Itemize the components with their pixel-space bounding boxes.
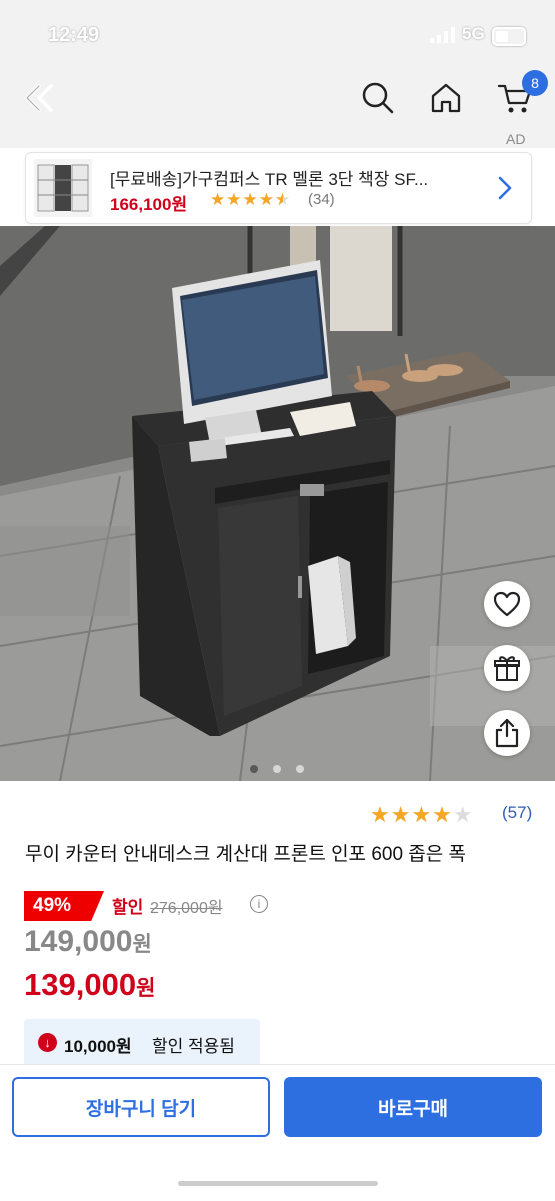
original-price: 276,000원 — [150, 900, 223, 917]
top-nav — [0, 70, 555, 148]
product-stars-fill: ★★★★★ — [370, 802, 453, 827]
home-indicator — [178, 1181, 378, 1186]
back-icon — [25, 84, 53, 112]
search-icon — [362, 82, 394, 114]
status-bar: 12:49 5G — [0, 0, 555, 70]
discount-badge: 49% — [24, 891, 104, 921]
image-page-dot-3[interactable] — [296, 765, 304, 773]
share-button[interactable] — [484, 710, 530, 756]
product-rating-stars[interactable]: ★★★★★ ★★★★★ — [370, 802, 474, 828]
image-page-dot-1[interactable] — [250, 765, 258, 773]
heart-icon — [493, 591, 521, 617]
product-image[interactable] — [0, 226, 555, 781]
ad-stars-fill: ★★★★★ — [210, 190, 283, 209]
gift-button[interactable] — [484, 645, 530, 691]
cart-count-badge: 8 — [522, 70, 548, 96]
network-label: 5G — [462, 24, 485, 43]
search-button[interactable] — [358, 78, 398, 118]
ad-price: 166,100원 — [110, 195, 188, 214]
buy-now-button[interactable]: 바로구매 — [284, 1077, 542, 1137]
sponsored-product-card[interactable]: [무료배송]가구컴퍼스 TR 멜론 3단 책장 SF... 166,100원 ★… — [25, 152, 532, 224]
gift-icon — [494, 656, 520, 681]
signal-icon — [430, 27, 455, 43]
home-button[interactable] — [426, 78, 466, 118]
sale-price: 149,000원 — [24, 925, 152, 958]
image-page-dot-2[interactable] — [273, 765, 281, 773]
ad-rating-stars: ★★★★★ ★★★★★ — [210, 190, 292, 209]
ad-review-count: (34) — [308, 191, 335, 208]
chevron-right-icon — [498, 176, 512, 200]
home-icon — [431, 83, 461, 113]
status-time: 12:49 — [48, 24, 100, 46]
ad-label: AD — [506, 131, 526, 147]
coupon-price: 139,000원 — [24, 967, 156, 1002]
product-title: 무이 카운터 안내데스크 계산대 프론트 인포 600 좁은 폭 — [25, 844, 467, 865]
battery-icon — [492, 27, 526, 46]
wishlist-button[interactable] — [484, 581, 530, 627]
coupon-applied-box: ↓ 10,000원 할인 적용됨 — [24, 1019, 260, 1066]
back-button[interactable] — [18, 80, 62, 116]
share-icon — [495, 718, 519, 748]
ad-title: [무료배송]가구컴퍼스 TR 멜론 3단 책장 SF... — [110, 170, 429, 189]
discount-label: 할인 — [112, 898, 144, 917]
ad-thumbnail — [34, 159, 92, 217]
product-review-count[interactable]: (57) — [502, 803, 532, 823]
coupon-text: 할인 적용됨 — [152, 1037, 235, 1056]
add-to-cart-button[interactable]: 장바구니 담기 — [12, 1077, 270, 1137]
coupon-amount: 10,000원 — [64, 1037, 132, 1056]
info-icon[interactable]: i — [250, 895, 268, 913]
down-arrow-icon: ↓ — [38, 1033, 57, 1052]
